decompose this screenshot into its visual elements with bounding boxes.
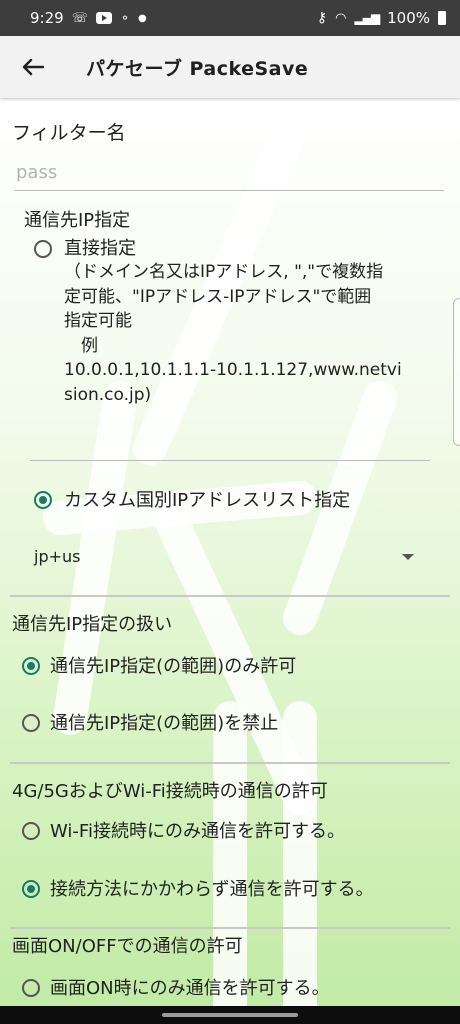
radio-block[interactable]	[22, 714, 40, 732]
status-left: 9:29 ☏ ⚬ ●	[30, 9, 147, 27]
direct-desc-line: 指定可能	[64, 311, 132, 331]
filter-name-label: フィルター名	[12, 122, 126, 144]
filter-form: フィルター名 pass 通信先IP指定 直接指定 （ドメイン名又はIPアドレス,…	[0, 98, 460, 1006]
screen-section-title: 画面ON/OFFでの通信の許可	[12, 936, 243, 957]
back-arrow-icon	[22, 58, 44, 76]
wifi-only-label[interactable]: Wi-Fi接続時にのみ通信を許可する。	[50, 817, 345, 843]
wifi-icon: ◠	[335, 10, 347, 26]
call-forward-icon: ☏	[71, 10, 88, 26]
allow-only-label[interactable]: 通信先IP指定(の範囲)のみ許可	[50, 652, 296, 678]
status-bar: 9:29 ☏ ⚬ ● ⚷ ◠ ▂▄▆ 100%	[0, 0, 460, 36]
direct-desc-line: 定可能、"IPアドレス-IPアドレス"で範囲	[64, 286, 372, 307]
scroll-edge-handle[interactable]	[453, 298, 460, 446]
filter-name-input[interactable]: pass	[16, 162, 436, 183]
radio-direct[interactable]	[34, 240, 52, 258]
custom-list-dropdown[interactable]: jp+us	[34, 547, 80, 566]
section-divider	[10, 762, 450, 764]
section-divider	[10, 927, 450, 929]
dot-icon: ●	[138, 12, 147, 24]
screen-on-label[interactable]: 画面ON時にのみ通信を許可する。	[50, 974, 330, 1000]
radio-any-connection[interactable]	[22, 880, 40, 898]
status-right: ⚷ ◠ ▂▄▆ 100%	[317, 9, 446, 27]
youtube-icon	[95, 12, 112, 24]
ip-section-title: 通信先IP指定	[24, 210, 131, 231]
wifi-question-icon: ⚬	[119, 11, 131, 25]
network-section-title: 4G/5GおよびWi-Fi接続時の通信の許可	[12, 781, 328, 802]
navigation-bar	[0, 1006, 460, 1024]
home-gesture-pill[interactable]	[162, 1013, 298, 1017]
any-connection-label[interactable]: 接続方法にかかわらず通信を許可する。	[50, 875, 374, 901]
radio-allow-only[interactable]	[22, 657, 40, 675]
app-bar: パケセーブ PackeSave	[0, 36, 460, 98]
direct-desc-line: （ドメイン名又はIPアドレス, ","で複数指	[64, 262, 384, 282]
battery-text: 100%	[387, 9, 430, 27]
status-time: 9:29	[30, 9, 64, 27]
direct-desc-line: sion.co.jp)	[64, 384, 152, 405]
radio-screen-on[interactable]	[22, 979, 40, 997]
radio-custom-list[interactable]	[34, 491, 52, 509]
direct-label[interactable]: 直接指定	[64, 234, 136, 260]
custom-list-label[interactable]: カスタム国別IPアドレスリスト指定	[64, 486, 350, 512]
filter-name-underline	[14, 190, 444, 191]
key-icon: ⚷	[316, 10, 328, 26]
direct-description: （ドメイン名又はIPアドレス, ","で複数指 定可能、"IPアドレス-IPアド…	[64, 260, 402, 407]
section-divider	[10, 595, 450, 597]
back-button[interactable]	[14, 48, 52, 86]
app-title: パケセーブ PackeSave	[86, 57, 309, 80]
direct-desc-line: 10.0.0.1,10.1.1.1-10.1.1.127,www.netvi	[64, 360, 402, 380]
block-label[interactable]: 通信先IP指定(の範囲)を禁止	[50, 709, 278, 735]
signal-icon: ▂▄▆	[354, 11, 380, 25]
handling-section-title: 通信先IP指定の扱い	[12, 614, 173, 635]
radio-wifi-only[interactable]	[22, 822, 40, 840]
battery-icon	[438, 11, 446, 25]
direct-desc-line: 例	[64, 335, 98, 356]
dropdown-arrow-icon[interactable]	[402, 554, 414, 560]
direct-input-underline	[30, 460, 430, 461]
